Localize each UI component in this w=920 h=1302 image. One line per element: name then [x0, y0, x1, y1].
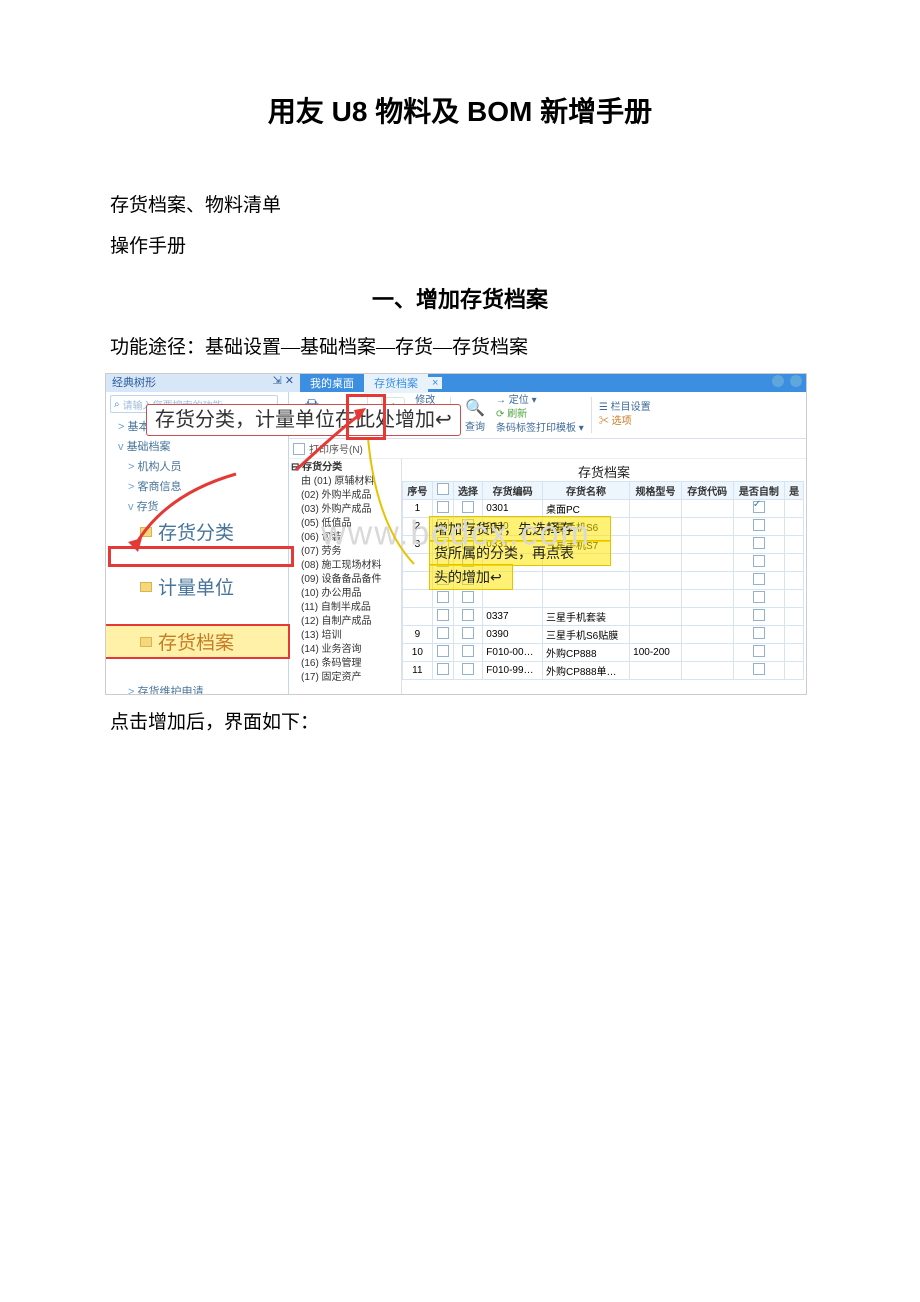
note-icon: [140, 582, 152, 592]
sort-label: 打印序号(N): [309, 441, 363, 456]
nav-sidebar: ⌕ 请输入您要搜索的功能 > 基本信息v 基础档案> 机构人员> 客商信息v 存…: [106, 392, 289, 694]
note-icon: [140, 527, 152, 537]
highlight-annotation-1: 增加存货时，先选择存: [429, 516, 611, 542]
after-text: 点击增加后，界面如下：: [110, 707, 810, 734]
table-row[interactable]: 0337三星手机套装: [403, 608, 804, 626]
sidebar-item[interactable]: > 机构人员: [106, 456, 288, 476]
page-title: 存货档案: [402, 459, 806, 481]
balloon-annotation: 存货分类，计量单位在此处增加↩: [146, 404, 461, 436]
table-row[interactable]: 10301桌面PC: [403, 500, 804, 518]
highlight-annotation-3: 头的增加↩: [429, 564, 513, 590]
section-1-heading: 一、增加存货档案: [110, 282, 810, 314]
sidebar-item[interactable]: 计量单位: [106, 571, 288, 602]
sort-checkbox[interactable]: [293, 443, 305, 455]
table-row[interactable]: [403, 590, 804, 608]
note-icon: [140, 637, 152, 647]
highlight-annotation-2: 货所属的分类，再点表: [429, 540, 611, 566]
subtitle-2: 操作手册: [110, 231, 810, 258]
col-option-stack[interactable]: ☰ 栏目设置 ✂ 选项: [599, 401, 651, 429]
sidebar-title: 经典树形: [112, 374, 156, 392]
left-bar-header: 经典树形 ⇲ ✕: [106, 374, 300, 392]
query-button[interactable]: 🔍查询: [458, 396, 492, 435]
doc-title: 用友 U8 物料及 BOM 新增手册: [110, 90, 810, 130]
screenshot-container: 经典树形 ⇲ ✕ 我的桌面 存货档案 × ⌕ 请输入您要搜索的功能 > 基本信息…: [105, 373, 807, 695]
table-row[interactable]: 10F010-00…外购CP888100-200: [403, 644, 804, 662]
sidebar-item[interactable]: > 存货维护申请: [106, 681, 288, 695]
tab-my-desktop[interactable]: 我的桌面: [300, 373, 364, 393]
sidebar-list: > 基本信息v 基础档案> 机构人员> 客商信息v 存货 存货分类 计量单位 存…: [106, 416, 288, 695]
sidebar-item[interactable]: v 存货: [106, 496, 288, 516]
category-tree[interactable]: ⊟ 存货分类 由 (01) 原辅材料 (02) 外购半成品 (03) 外购产成品…: [289, 459, 402, 695]
sidebar-item[interactable]: v 基础档案: [106, 436, 288, 456]
tab-inventory-archive[interactable]: 存货档案: [364, 373, 428, 393]
search-icon: ⌕: [114, 399, 120, 410]
subtitle-1: 存货档案、物料清单: [110, 190, 810, 217]
locate-refresh-stack[interactable]: → 定位 ▾ ⟳ 刷新 条码标签打印模板 ▾: [496, 394, 584, 436]
pin-close-icons[interactable]: ⇲ ✕: [273, 374, 295, 392]
help-icon[interactable]: [790, 375, 802, 387]
table-row[interactable]: 11F010-99…外购CP888单…: [403, 662, 804, 680]
tab-close-icon[interactable]: ×: [428, 377, 442, 389]
sidebar-item[interactable]: 存货档案: [106, 626, 288, 657]
table-header-row: 序号 选择 存货编码 存货名称 规格型号 存货代码 是否自制 是: [403, 482, 804, 500]
sidebar-item[interactable]: > 客商信息: [106, 476, 288, 496]
sort-row: 打印序号(N): [289, 439, 806, 459]
function-path: 功能途径：基础设置—基础档案—存货—存货档案: [110, 332, 810, 359]
sidebar-item[interactable]: 存货分类: [106, 516, 288, 547]
main-panel: 🖨打印 ⤓ 输出 ＋增加 修改 批改 ▾ 删除 🔍查询 → 定位 ▾ ⟳ 刷新 …: [289, 392, 806, 694]
table-row[interactable]: 90390三星手机S6贴膜: [403, 626, 804, 644]
dropdown-icon[interactable]: [772, 375, 784, 387]
window-controls: [772, 375, 802, 387]
